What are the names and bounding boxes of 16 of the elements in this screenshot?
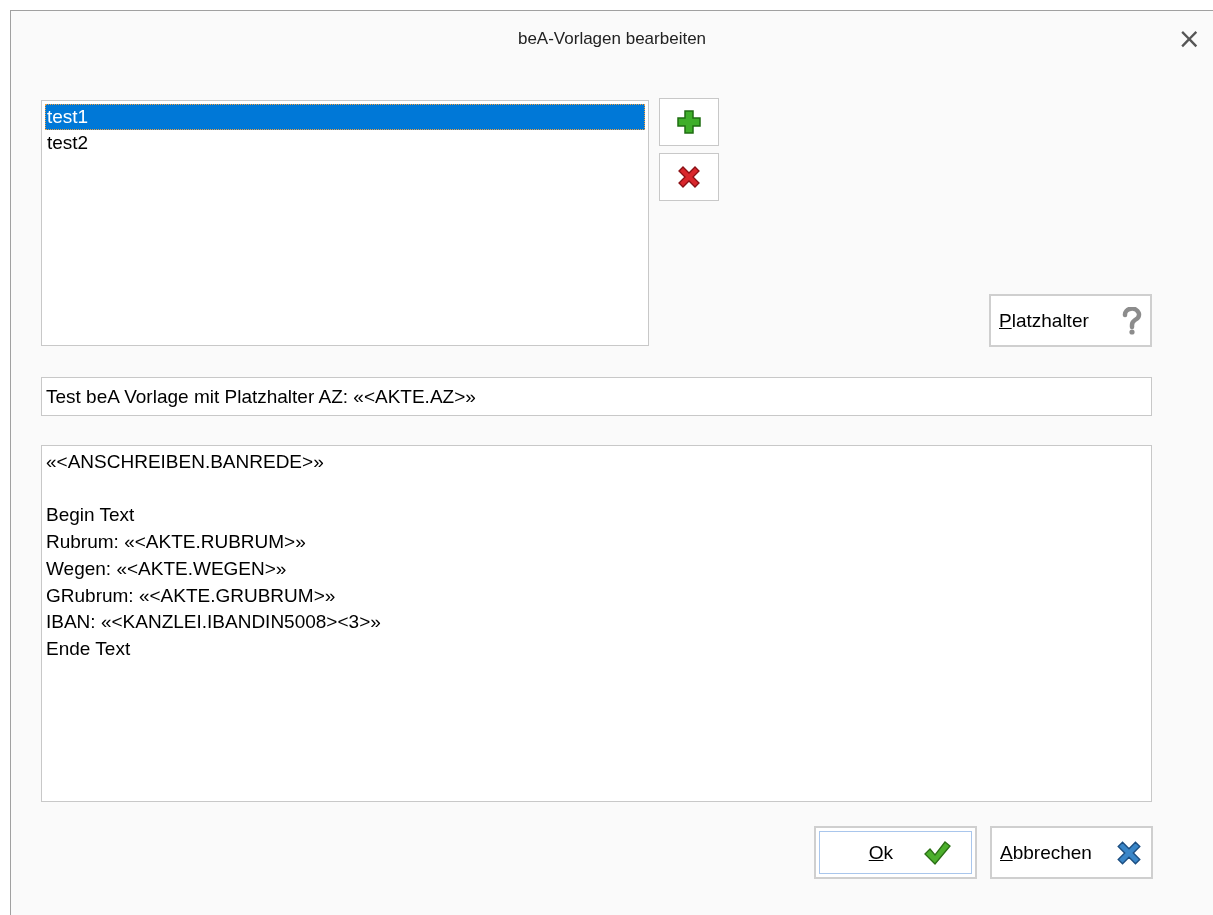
- subject-field[interactable]: Test beA Vorlage mit Platzhalter AZ: «<AKTE.AZ>»: [41, 377, 1152, 416]
- list-item[interactable]: test1: [45, 104, 645, 130]
- window-title: beA-Vorlagen bearbeiten: [517, 29, 707, 50]
- close-button[interactable]: ×: [1177, 25, 1201, 53]
- delete-button[interactable]: [659, 153, 719, 201]
- cancel-button[interactable]: Abbrechen: [990, 826, 1153, 879]
- delete-icon: [676, 164, 702, 190]
- list-item[interactable]: test2: [45, 130, 645, 156]
- cancel-icon: [1115, 838, 1143, 867]
- body-text-field[interactable]: «<ANSCHREIBEN.BANREDE>» Begin Text Rubrum: «<AKTE.RUBRUM>» Wegen: «<AKTE.WEGEN>» GRubrum: «<AKTE.GRUBRUM>» IBAN: «<KANZLEI.IBANDIN5008><3>» Ende Text: [41, 445, 1152, 802]
- placeholder-button[interactable]: Platzhalter: [989, 294, 1152, 347]
- check-icon: [923, 839, 951, 866]
- ok-button[interactable]: Ok: [814, 826, 977, 879]
- add-button[interactable]: [659, 98, 719, 146]
- help-icon: [1122, 306, 1142, 335]
- plus-icon: [676, 109, 702, 135]
